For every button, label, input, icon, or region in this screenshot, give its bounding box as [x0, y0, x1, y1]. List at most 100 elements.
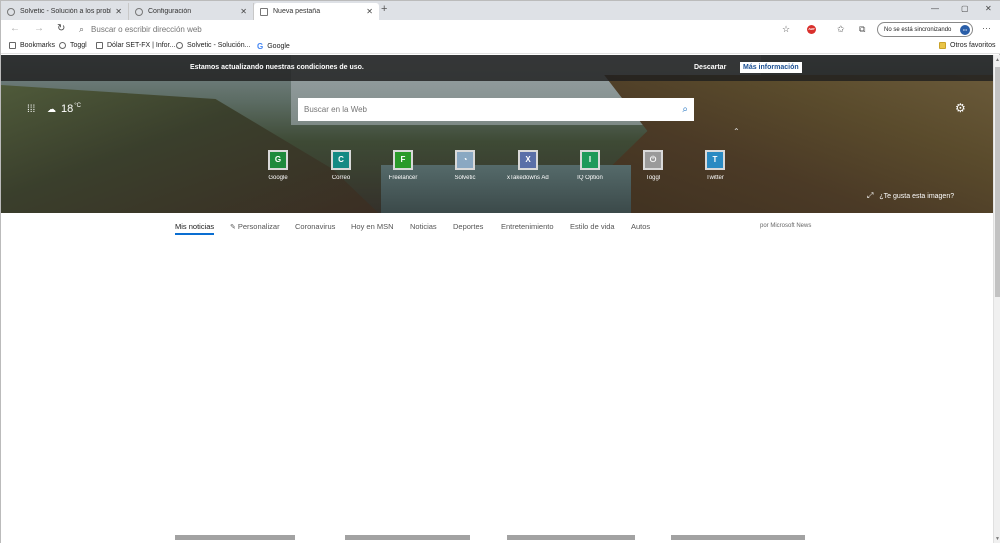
background-image: Estamos actualizando nuestras condicione…: [1, 55, 993, 213]
tile-label: IQ Option: [577, 175, 603, 181]
address-bar[interactable]: ⌕: [79, 22, 799, 37]
gear-icon: [135, 7, 143, 16]
solvetic-icon: [7, 7, 15, 16]
news-tab-autos[interactable]: Autos: [631, 222, 650, 231]
other-favorites[interactable]: Otros favoritos: [939, 42, 996, 49]
news-tab-entretenimiento[interactable]: Entretenimiento: [501, 222, 554, 231]
news-feed: [1, 239, 993, 543]
collections-icon[interactable]: ⧉: [859, 24, 865, 35]
close-icon[interactable]: ✕: [115, 7, 122, 16]
maximize-button[interactable]: ▢: [961, 4, 969, 13]
tile-letter: I: [582, 152, 598, 168]
tile-letter: G: [270, 152, 286, 168]
search-icon: ⌕: [79, 24, 85, 34]
tile-google[interactable]: G Google: [257, 150, 299, 181]
news-navigation: Mis noticias ✎ Personalizar Coronavirus H…: [1, 213, 993, 239]
page-icon: [96, 42, 103, 49]
powered-by-label: por Microsoft News: [760, 223, 812, 229]
tile-letter: T: [707, 152, 723, 168]
chevron-up-icon[interactable]: ⌃: [733, 127, 740, 136]
close-icon[interactable]: ✕: [366, 7, 373, 16]
scroll-down-icon[interactable]: ▼: [995, 536, 1000, 542]
new-tab-button[interactable]: +: [381, 3, 387, 15]
sync-button[interactable]: No se está sincronizando •••: [877, 22, 973, 37]
power-icon: ⏻: [645, 152, 661, 168]
news-tab-mis-noticias[interactable]: Mis noticias: [175, 222, 215, 235]
notice-message: Estamos actualizando nuestras condicione…: [190, 64, 364, 71]
tile-correo[interactable]: C Correo: [320, 150, 362, 181]
tile-solvetic[interactable]: ◔ Solvetic: [444, 150, 486, 181]
scrollbar-thumb[interactable]: [995, 67, 1000, 297]
bookmark-item[interactable]: Toggl: [59, 42, 87, 49]
apps-grid-icon[interactable]: ⁞⁞⁞: [27, 104, 35, 115]
bookmark-item[interactable]: Bookmarks: [9, 42, 55, 49]
bookmark-icon: [9, 42, 16, 49]
favorites-icon[interactable]: ✩: [837, 24, 845, 35]
news-tab-personalizar[interactable]: ✎ Personalizar: [230, 222, 280, 231]
news-tab-noticias[interactable]: Noticias: [410, 222, 437, 231]
favorite-star-icon[interactable]: ☆: [782, 24, 790, 35]
pencil-icon: ✎: [230, 224, 236, 231]
more-info-button[interactable]: Más información: [740, 62, 802, 73]
bookmark-item[interactable]: G Google: [257, 42, 290, 51]
bookmark-item[interactable]: Dólar SET-FX | Infor...: [96, 42, 175, 49]
web-search-input[interactable]: [304, 105, 683, 114]
adblock-icon[interactable]: ABP: [807, 25, 816, 34]
toolbar: ← → ↻ ⌕ ☆ ABP ✩ ⧉ No se está sincronizan…: [1, 20, 1000, 39]
terms-notice-banner: Estamos actualizando nuestras condicione…: [1, 55, 993, 81]
close-window-button[interactable]: ✕: [985, 4, 992, 13]
tab-configuracion[interactable]: Configuración ✕: [129, 3, 254, 20]
image-feedback[interactable]: ⤢ ¿Te gusta esta imagen?: [867, 191, 954, 201]
close-icon[interactable]: ✕: [240, 7, 247, 16]
bookmarks-bar: Bookmarks Toggl Dólar SET-FX | Infor... …: [1, 39, 1000, 54]
address-input[interactable]: [91, 25, 592, 34]
tab-nueva-pestana[interactable]: Nueva pestaña ✕: [254, 3, 379, 20]
tile-xtakedowns[interactable]: X xTakedowns Ad...: [507, 150, 549, 181]
tile-label: Freelancer: [388, 175, 418, 181]
refresh-icon[interactable]: ↻: [57, 23, 65, 34]
solvetic-icon: ◔: [457, 152, 473, 168]
tab-solvetic[interactable]: Solvetic - Solución a los problem ✕: [1, 3, 129, 20]
tile-label: Solvetic: [454, 175, 476, 181]
more-icon[interactable]: ···: [982, 23, 991, 33]
news-tab-estilo-de-vida[interactable]: Estilo de vida: [570, 222, 615, 231]
news-tab-hoy-en-msn[interactable]: Hoy en MSN: [351, 222, 394, 231]
tab-title: Nueva pestaña: [273, 8, 321, 15]
tile-label: xTakedowns Ad...: [507, 175, 549, 181]
folder-icon: [939, 42, 946, 49]
minimize-button[interactable]: —: [931, 4, 939, 13]
tile-label: Toggl: [645, 175, 661, 181]
tile-freelancer[interactable]: F Freelancer: [382, 150, 424, 181]
google-icon: G: [257, 42, 264, 51]
back-arrow-icon[interactable]: ←: [10, 23, 20, 34]
page-icon: [260, 7, 268, 16]
temperature: 18: [61, 103, 74, 115]
scroll-up-icon[interactable]: ▲: [995, 57, 1000, 63]
forward-arrow-icon[interactable]: →: [34, 23, 44, 34]
cloud-icon: ☁: [47, 104, 56, 114]
bookmark-item[interactable]: Solvetic - Solución...: [176, 42, 250, 49]
search-icon[interactable]: ⌕: [682, 104, 688, 115]
temperature-unit: °C: [74, 103, 81, 109]
tab-title: Solvetic - Solución a los problem: [20, 8, 112, 15]
tile-iq-option[interactable]: I IQ Option: [569, 150, 611, 181]
tile-label: Correo: [331, 175, 351, 181]
toggl-icon: [59, 42, 66, 49]
sync-label: No se está sincronizando: [884, 26, 952, 33]
tab-strip: Solvetic - Solución a los problem ✕ Conf…: [1, 1, 1000, 20]
tile-label: Twitter: [706, 175, 724, 181]
news-tab-deportes[interactable]: Deportes: [453, 222, 483, 231]
tile-toggl[interactable]: ⏻ Toggl: [632, 150, 674, 181]
tile-twitter[interactable]: T Twitter: [694, 150, 736, 181]
image-feedback-label: ¿Te gusta esta imagen?: [879, 192, 955, 200]
expand-icon[interactable]: ⤢: [867, 191, 873, 201]
dismiss-button[interactable]: Descartar: [694, 64, 726, 71]
news-tab-coronavirus[interactable]: Coronavirus: [295, 222, 335, 231]
tab-title: Configuración: [148, 8, 192, 15]
solvetic-icon: [176, 42, 183, 49]
page-scrollbar[interactable]: ▲ ▼: [993, 55, 1000, 543]
settings-gear-icon[interactable]: ⚙: [955, 101, 966, 115]
tile-letter: C: [333, 152, 349, 168]
weather-widget[interactable]: ☁ 18 °C: [47, 103, 81, 115]
web-search-box[interactable]: ⌕: [298, 98, 694, 121]
